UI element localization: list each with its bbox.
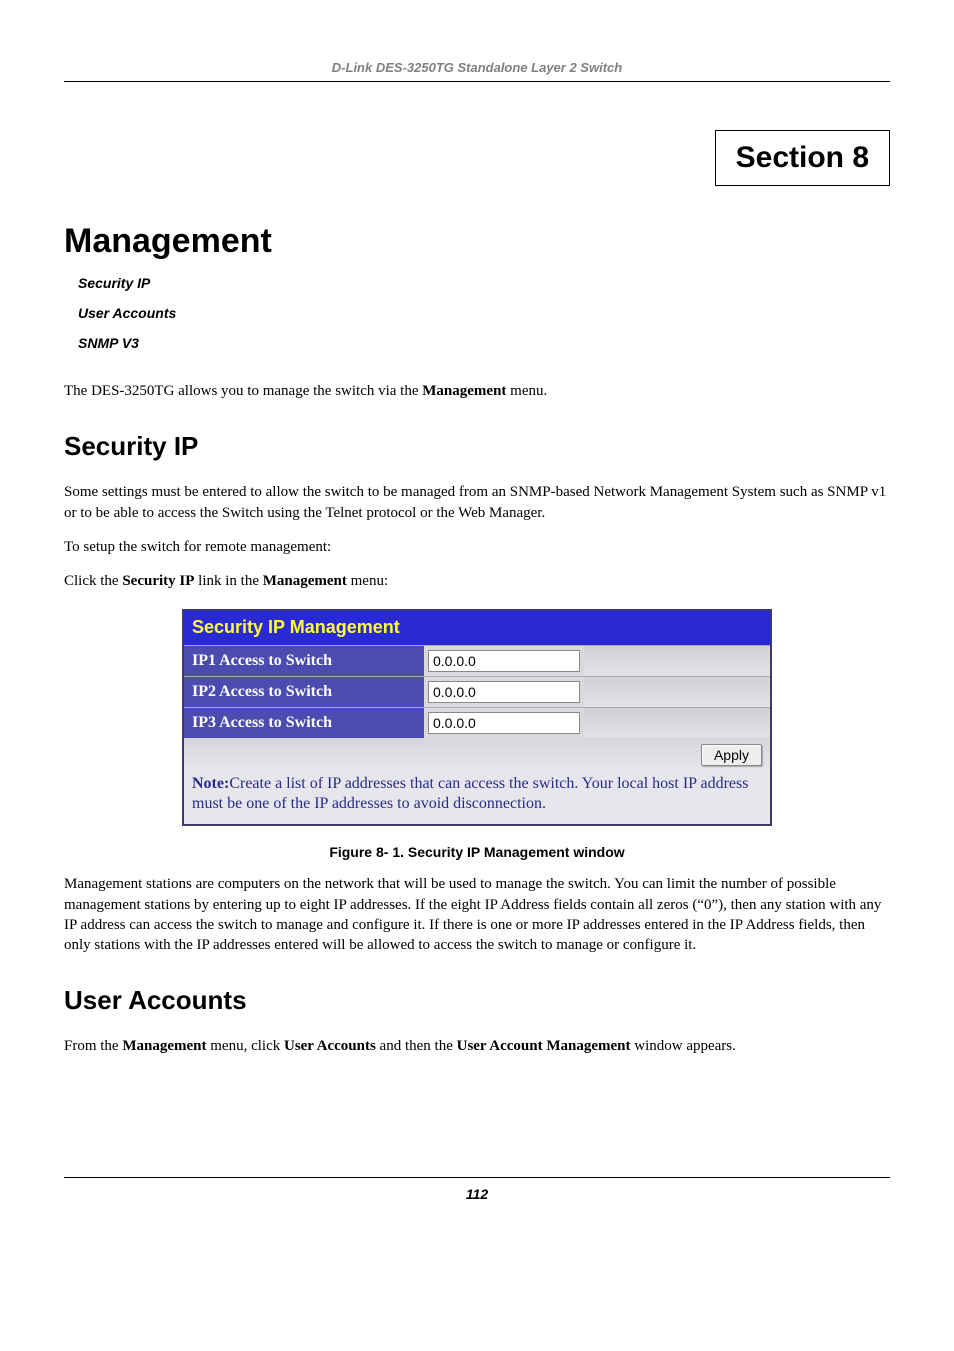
ip3-input[interactable]: [428, 712, 580, 734]
p3-b1: Security IP: [122, 573, 194, 589]
ip2-input[interactable]: [428, 681, 580, 703]
security-ip-p4: Management stations are computers on the…: [64, 874, 890, 955]
note-bold: Note:: [192, 775, 229, 792]
footer-rule: [64, 1177, 890, 1178]
heading-security-ip: Security IP: [64, 431, 890, 462]
ip3-row: IP3 Access to Switch: [184, 707, 770, 738]
running-header: D-Link DES-3250TG Standalone Layer 2 Swi…: [64, 60, 890, 75]
ip2-spacer: [584, 677, 770, 707]
section-number-box: Section 8: [715, 130, 890, 186]
ua-b2: User Accounts: [284, 1038, 376, 1054]
heading-user-accounts: User Accounts: [64, 985, 890, 1016]
intro-paragraph: The DES-3250TG allows you to manage the …: [64, 381, 890, 401]
apply-button[interactable]: Apply: [701, 744, 762, 766]
ua-mid2: and then the: [376, 1038, 457, 1054]
topic-snmp-v3: SNMP V3: [78, 335, 890, 351]
header-rule: [64, 81, 890, 82]
ua-mid1: menu, click: [207, 1038, 284, 1054]
ip3-spacer: [584, 708, 770, 738]
ip3-label: IP3 Access to Switch: [184, 708, 424, 738]
user-accounts-p: From the Management menu, click User Acc…: [64, 1036, 890, 1056]
ip1-spacer: [584, 646, 770, 676]
ip1-field-wrap: [424, 646, 584, 676]
topic-list: Security IP User Accounts SNMP V3: [78, 275, 890, 351]
ip3-field-wrap: [424, 708, 584, 738]
ip2-field-wrap: [424, 677, 584, 707]
intro-prefix: The DES-3250TG allows you to manage the …: [64, 383, 422, 399]
ua-b1: Management: [122, 1038, 206, 1054]
intro-suffix: menu.: [506, 383, 547, 399]
p3-prefix: Click the: [64, 573, 122, 589]
ip1-row: IP1 Access to Switch: [184, 645, 770, 676]
security-ip-p1: Some settings must be entered to allow t…: [64, 482, 890, 523]
p3-mid: link in the: [194, 573, 262, 589]
note-text: Create a list of IP addresses that can a…: [192, 775, 748, 812]
topic-security-ip: Security IP: [78, 275, 890, 291]
ip2-row: IP2 Access to Switch: [184, 676, 770, 707]
ua-suffix: window appears.: [630, 1038, 735, 1054]
ua-b3: User Account Management: [457, 1038, 631, 1054]
ua-prefix: From the: [64, 1038, 122, 1054]
ip1-label: IP1 Access to Switch: [184, 646, 424, 676]
ip1-input[interactable]: [428, 650, 580, 672]
figure-caption-8-1: Figure 8- 1. Security IP Management wind…: [64, 844, 890, 860]
security-ip-p3: Click the Security IP link in the Manage…: [64, 571, 890, 591]
p3-b2: Management: [263, 573, 347, 589]
security-ip-p2: To setup the switch for remote managemen…: [64, 537, 890, 557]
page-number: 112: [64, 1186, 890, 1202]
intro-bold: Management: [422, 383, 506, 399]
panel-title: Security IP Management: [184, 611, 770, 645]
ip2-label: IP2 Access to Switch: [184, 677, 424, 707]
page-title: Management: [64, 222, 890, 261]
topic-user-accounts: User Accounts: [78, 305, 890, 321]
apply-row: Apply: [184, 738, 770, 770]
security-ip-panel: Security IP Management IP1 Access to Swi…: [182, 609, 772, 826]
p3-suffix: menu:: [347, 573, 388, 589]
panel-note: Note:Create a list of IP addresses that …: [184, 770, 770, 824]
